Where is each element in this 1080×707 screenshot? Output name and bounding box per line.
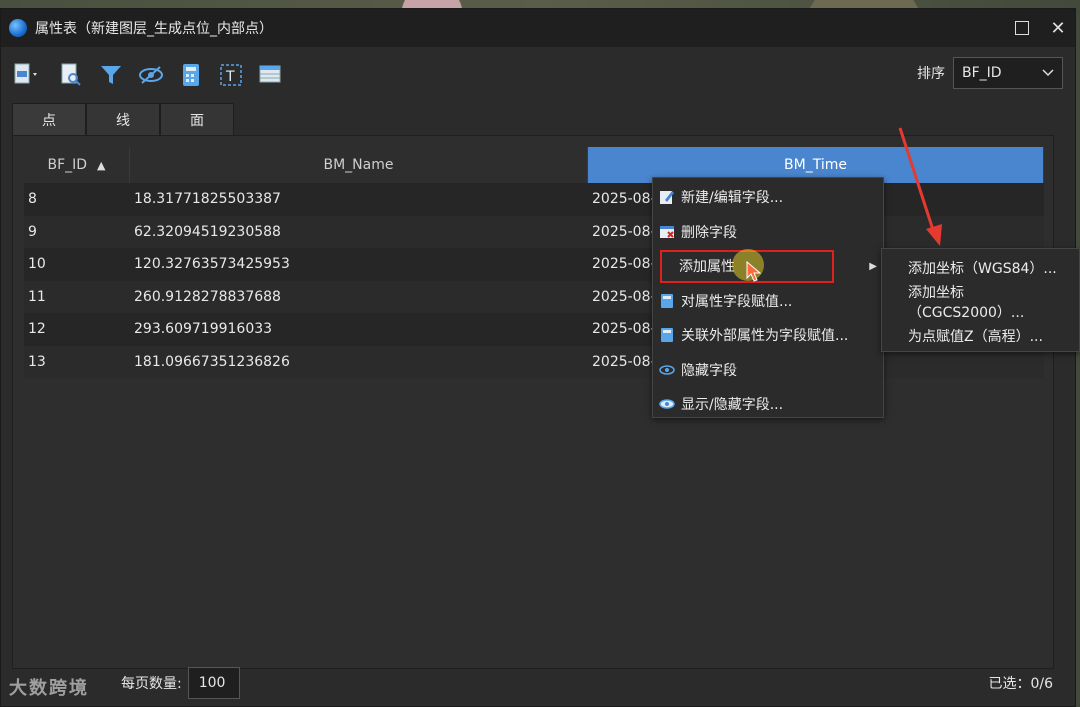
sort-label: 排序: [917, 66, 945, 82]
filter-button[interactable]: [97, 61, 125, 89]
calculator-icon: [183, 64, 199, 86]
cell-name: 62.32094519230588: [134, 223, 281, 240]
cell-name: 181.09667351236826: [134, 353, 290, 370]
selected-count: 已选：0/6: [988, 676, 1053, 692]
cell-id: 9: [28, 223, 37, 240]
hide-button[interactable]: [137, 61, 165, 89]
menu-item-show-hide-field[interactable]: 显示/隐藏字段...: [653, 387, 883, 422]
submenu-item-add-cgcs2000[interactable]: 添加坐标（CGCS2000）...: [882, 285, 1079, 321]
header-label: BM_Name: [323, 157, 394, 173]
cell-id: 13: [28, 353, 46, 370]
menu-item-label: 添加属性: [679, 259, 735, 276]
menu-item-label: 显示/隐藏字段...: [681, 397, 784, 414]
tab-line[interactable]: 线: [86, 103, 160, 136]
watermark: 大数跨境: [9, 678, 89, 699]
text-field-button[interactable]: T: [217, 61, 245, 89]
table-view-button[interactable]: [257, 61, 285, 89]
toolbar: T 排序 BF_ID: [1, 47, 1075, 103]
maximize-icon: [1015, 21, 1029, 35]
table-view-icon: [259, 65, 281, 83]
menu-item-label: 对属性字段赋值...: [681, 293, 793, 310]
menu-item-assign-value[interactable]: 对属性字段赋值...: [653, 284, 883, 319]
cell-name: 120.32763573425953: [134, 256, 290, 273]
assign-value-icon: [659, 293, 675, 309]
close-icon: ✕: [1050, 17, 1066, 39]
page-size-input[interactable]: 100: [187, 667, 240, 699]
menu-item-label: 新建/编辑字段...: [681, 190, 784, 207]
menu-item-label: 隐藏字段: [681, 362, 737, 379]
cell-id: 10: [28, 256, 46, 273]
sort-field-value: BF_ID: [962, 65, 1002, 81]
link-assign-icon: [659, 327, 675, 343]
sort-field-select[interactable]: BF_ID: [953, 57, 1063, 89]
submenu-arrow-icon: ▶: [869, 260, 877, 272]
menu-item-label: 添加坐标（WGS84）...: [908, 261, 1057, 277]
app-logo-icon: [9, 19, 27, 37]
submenu-item-add-wgs84[interactable]: 添加坐标（WGS84）...: [882, 251, 1079, 285]
cell-name: 260.9128278837688: [134, 288, 281, 305]
zoom-to-button[interactable]: [57, 61, 85, 89]
header-bm-name[interactable]: BM_Name: [130, 147, 588, 183]
cell-id: 11: [28, 288, 46, 305]
show-hide-field-icon: [659, 396, 675, 412]
menu-item-label: 删除字段: [681, 224, 737, 241]
menu-item-link-assign[interactable]: 关联外部属性为字段赋值...: [653, 318, 883, 353]
header-bf-id[interactable]: BF_ID ▲: [24, 147, 130, 183]
menu-item-label: 添加坐标（CGCS2000）...: [908, 285, 1025, 321]
cell-name: 18.31771825503387: [134, 191, 281, 208]
calculator-button[interactable]: [177, 61, 205, 89]
attribute-table-window: 属性表（新建图层_生成点位_内部点） ✕ T 排序 BF_ID 点 线 面 BF…: [0, 8, 1076, 707]
hide-field-icon: [659, 362, 675, 378]
header-label: BF_ID: [47, 157, 88, 173]
hide-icon: [139, 66, 163, 84]
menu-item-new-edit-field[interactable]: 新建/编辑字段...: [653, 180, 883, 215]
field-context-menu: 新建/编辑字段... 删除字段 添加属性 ▶ 对属性字段赋值... 关联外部属性…: [652, 177, 884, 418]
menu-item-label: 为点赋值Z（高程）...: [908, 329, 1043, 345]
delete-field-icon: [659, 224, 675, 240]
cell-id: 12: [28, 321, 46, 338]
add-attribute-submenu: 添加坐标（WGS84）... 添加坐标（CGCS2000）... 为点赋值Z（高…: [881, 248, 1080, 352]
menu-item-delete-field[interactable]: 删除字段: [653, 215, 883, 250]
mouse-cursor-icon: [746, 260, 762, 282]
export-icon: [14, 63, 37, 84]
page-size-label: 每页数量:: [121, 676, 182, 692]
export-button[interactable]: [13, 61, 41, 89]
text-field-icon: T: [220, 64, 242, 86]
menu-item-hide-field[interactable]: 隐藏字段: [653, 353, 883, 388]
filter-icon: [101, 66, 121, 84]
footer: 每页数量: 100 已选：0/6: [1, 660, 1075, 706]
header-label: BM_Time: [784, 157, 847, 173]
zoom-to-icon: [61, 63, 81, 86]
close-button[interactable]: ✕: [1049, 17, 1067, 39]
title-bar: 属性表（新建图层_生成点位_内部点） ✕: [1, 9, 1075, 47]
edit-field-icon: [659, 189, 675, 205]
tab-point[interactable]: 点: [12, 103, 86, 136]
window-title: 属性表（新建图层_生成点位_内部点）: [35, 21, 273, 37]
cell-id: 8: [28, 191, 37, 208]
cell-name: 293.609719916033: [134, 321, 273, 338]
chevron-down-icon: [1042, 69, 1054, 77]
svg-text:T: T: [225, 69, 235, 85]
annotation-arrow-icon: [898, 127, 942, 246]
maximize-button[interactable]: [1013, 19, 1031, 37]
tab-polygon[interactable]: 面: [160, 103, 234, 136]
submenu-item-assign-z[interactable]: 为点赋值Z（高程）...: [882, 319, 1079, 353]
menu-item-label: 关联外部属性为字段赋值...: [681, 328, 849, 345]
sort-ascending-icon: ▲: [97, 158, 106, 172]
